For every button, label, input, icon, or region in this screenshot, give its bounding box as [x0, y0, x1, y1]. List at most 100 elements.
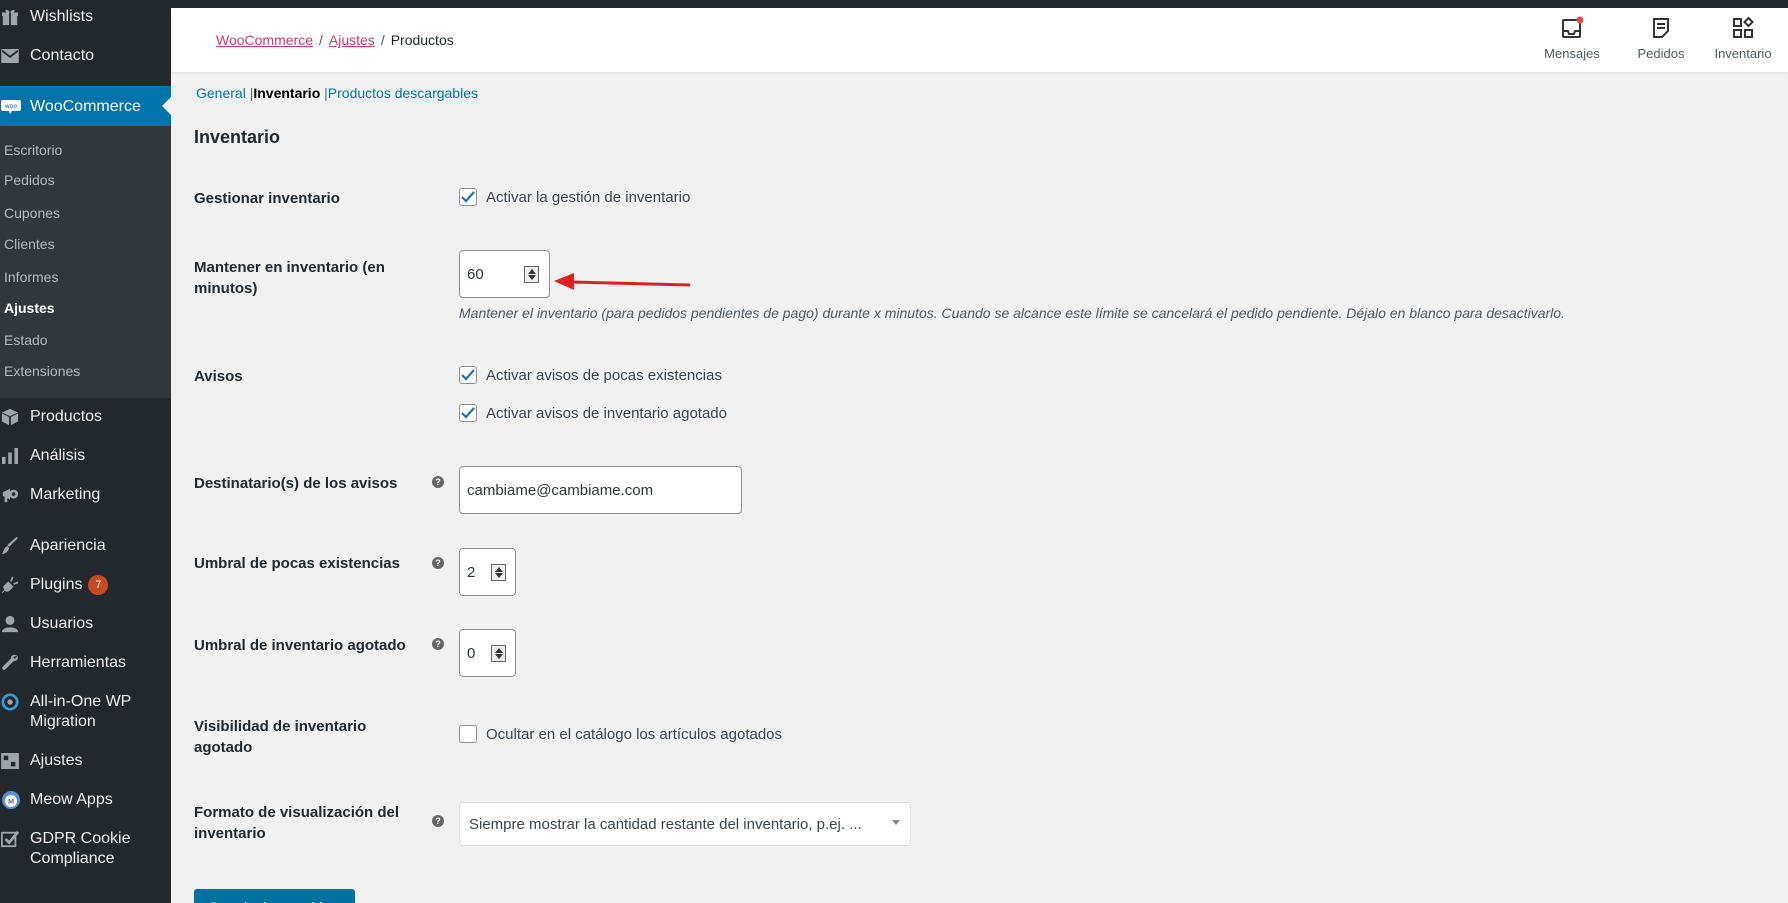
spinner-up-icon[interactable]: [494, 647, 503, 653]
breadcrumb-separator: /: [319, 32, 323, 48]
breadcrumb-separator: /: [380, 32, 385, 48]
recipient-email-input[interactable]: cambiame@cambiame.com: [459, 466, 742, 514]
sidebar-item-label: Plugins 7: [30, 575, 109, 595]
hold-stock-description: Mantener el inventario (para pedidos pen…: [459, 305, 1565, 321]
low-threshold-input[interactable]: 2: [459, 548, 516, 596]
spinner-down-icon[interactable]: [494, 573, 503, 579]
header-action-pedidos[interactable]: Pedidos: [1616, 16, 1706, 61]
inventory-icon: [1733, 16, 1754, 38]
sidebar-item-gdpr-cookie[interactable]: GDPR Cookie Compliance: [0, 829, 171, 869]
label-hold-stock: Mantener en inventario (en minutos): [194, 259, 385, 297]
help-tip-icon[interactable]: ?: [432, 815, 444, 827]
spinner-up-icon[interactable]: [494, 566, 503, 572]
sidebar-item-woocommerce[interactable]: woo WooCommerce: [0, 97, 171, 117]
sidebar-item-marketing[interactable]: Marketing: [0, 485, 171, 505]
breadcrumb-current: Productos: [390, 32, 454, 48]
sidebar-item-usuarios[interactable]: Usuarios: [0, 614, 171, 634]
hold-stock-input[interactable]: 60: [459, 250, 550, 298]
save-changes-button[interactable]: Guardar los cambios: [194, 889, 355, 903]
spinner-down-icon[interactable]: [494, 654, 503, 660]
number-spinner[interactable]: [491, 645, 506, 662]
gift-icon: [0, 7, 30, 27]
number-spinner[interactable]: [491, 564, 506, 581]
submenu-item-extensiones[interactable]: Extensiones: [4, 363, 80, 379]
sidebar-item-apariencia[interactable]: Apariencia: [0, 536, 171, 556]
checkbox-label: Ocultar en el catálogo los artículos ago…: [486, 725, 783, 743]
breadcrumb-link-ajustes[interactable]: Ajustes: [329, 32, 375, 48]
sidebar-item-label: All-in-One WP Migration: [30, 693, 132, 730]
label-recipient: Destinatario(s) de los avisos: [194, 475, 398, 492]
sidebar-item-contacto[interactable]: Contacto: [0, 46, 171, 66]
out-threshold-input[interactable]: 0: [459, 629, 516, 677]
submenu-item-informes[interactable]: Informes: [4, 269, 58, 285]
sidebar-item-herramientas[interactable]: Herramientas: [0, 653, 171, 673]
low-stock-notify-checkbox[interactable]: [459, 366, 477, 384]
woo-icon: woo: [0, 97, 30, 117]
header-action-label: Inventario: [1714, 46, 1772, 61]
subtab-productos-descargables[interactable]: Productos descargables: [328, 85, 478, 101]
manage-stock-checkbox[interactable]: [459, 188, 477, 206]
breadcrumb-link-woocommerce[interactable]: WooCommerce: [216, 32, 313, 48]
hide-out-of-stock-checkbox[interactable]: [459, 725, 477, 743]
header-action-label: Pedidos: [1637, 46, 1685, 61]
submenu-item-ajustes[interactable]: Ajustes: [4, 300, 55, 316]
breadcrumb: WooCommerce / Ajustes / Productos: [216, 32, 454, 48]
mail-icon: [0, 46, 30, 66]
sidebar-item-label: GDPR Cookie Compliance: [30, 830, 131, 867]
checkbox-icon: [0, 829, 30, 849]
header-action-inventario[interactable]: Inventario: [1698, 16, 1788, 61]
admin-bar: [0, 0, 1788, 8]
subtab-general[interactable]: General: [196, 85, 246, 101]
sidebar-item-label: Análisis: [30, 447, 86, 464]
hold-stock-value: 60: [467, 265, 484, 283]
checkmark-icon: [461, 407, 475, 419]
sidebar-item-label: WooCommerce: [30, 98, 141, 115]
sidebar-item-label: Meow Apps: [30, 791, 113, 808]
out-of-stock-notify-row[interactable]: Activar avisos de inventario agotado: [459, 404, 727, 422]
label-notifications: Avisos: [194, 368, 243, 385]
sidebar-item-plugins[interactable]: Plugins 7: [0, 575, 171, 595]
manage-stock-checkbox-row[interactable]: Activar la gestión de inventario: [459, 188, 690, 206]
sidebar-item-label: Contacto: [30, 47, 95, 64]
help-tip-icon[interactable]: ?: [432, 557, 444, 569]
hide-out-of-stock-row[interactable]: Ocultar en el catálogo los artículos ago…: [459, 725, 782, 743]
sidebar-item-wishlists[interactable]: Wishlists: [0, 7, 171, 27]
low-stock-notify-row[interactable]: Activar avisos de pocas existencias: [459, 366, 722, 384]
help-tip-icon[interactable]: ?: [432, 476, 444, 488]
checkmark-icon: [461, 191, 475, 203]
header-action-mensajes[interactable]: Mensajes: [1527, 16, 1617, 61]
plug-icon: [0, 575, 30, 595]
label-manage-stock: Gestionar inventario: [194, 190, 340, 207]
number-spinner[interactable]: [524, 266, 539, 283]
admin-sidebar: Wishlists Contacto woo WooCommerce Escri…: [0, 0, 171, 903]
svg-text:M: M: [8, 798, 14, 806]
out-of-stock-notify-checkbox[interactable]: [459, 404, 477, 422]
checkbox-label: Activar avisos de pocas existencias: [486, 366, 722, 384]
sidebar-item-label: Herramientas: [30, 654, 127, 671]
spinner-down-icon[interactable]: [527, 275, 536, 281]
submenu-item-clientes[interactable]: Clientes: [4, 236, 55, 252]
woocommerce-submenu: Escritorio Pedidos Cupones Clientes Info…: [0, 126, 171, 398]
bar-chart-icon: [0, 446, 30, 466]
stock-format-select[interactable]: Siempre mostrar la cantidad restante del…: [459, 802, 911, 846]
spinner-up-icon[interactable]: [527, 268, 536, 274]
inbox-icon: [1562, 16, 1584, 38]
migration-icon: [0, 692, 30, 712]
sidebar-item-ajustes[interactable]: Ajustes: [0, 751, 171, 771]
submenu-item-pedidos[interactable]: Pedidos: [4, 172, 55, 188]
subtab-inventario[interactable]: Inventario: [253, 85, 320, 101]
low-threshold-value: 2: [467, 563, 476, 581]
sidebar-item-productos[interactable]: Productos: [0, 407, 171, 427]
help-tip-icon[interactable]: ?: [432, 638, 444, 650]
sidebar-item-meow-apps[interactable]: M Meow Apps: [0, 790, 171, 810]
update-count-badge: 7: [88, 575, 109, 595]
submenu-item-cupones[interactable]: Cupones: [4, 205, 60, 221]
section-title: Inventario: [194, 127, 281, 147]
submenu-item-escritorio[interactable]: Escritorio: [4, 142, 62, 158]
checkmark-icon: [461, 369, 475, 381]
plugins-label: Plugins: [30, 576, 83, 594]
sidebar-item-analisis[interactable]: Análisis: [0, 446, 171, 466]
submenu-item-estado[interactable]: Estado: [4, 332, 48, 348]
sidebar-item-all-in-one-migration[interactable]: All-in-One WP Migration: [0, 692, 171, 732]
out-threshold-value: 0: [467, 644, 476, 662]
